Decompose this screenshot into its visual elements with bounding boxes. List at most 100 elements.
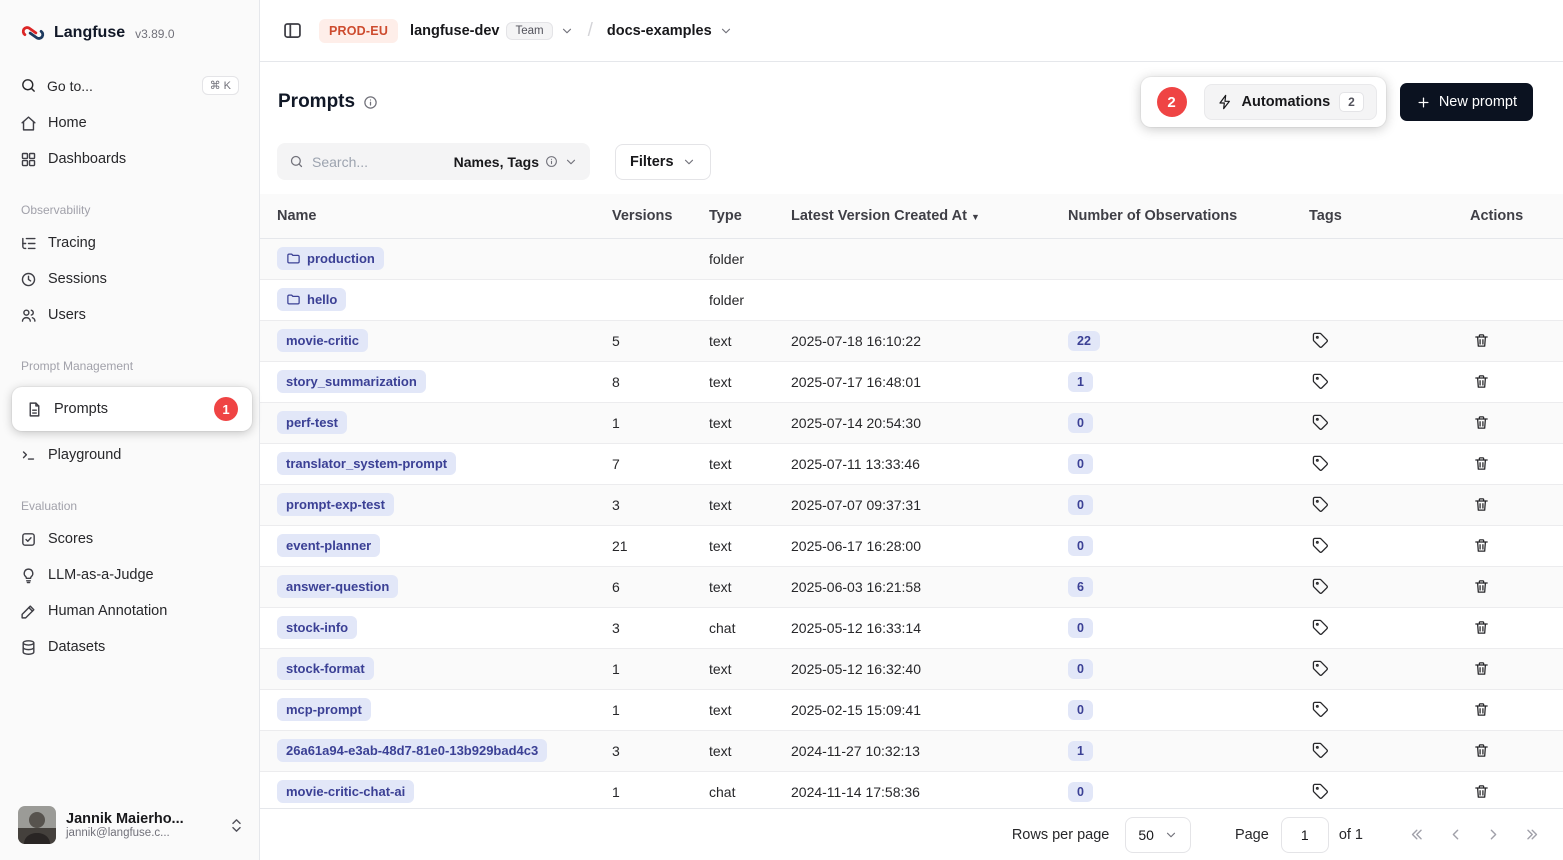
- new-prompt-button[interactable]: New prompt: [1400, 83, 1533, 121]
- delete-prompt-button[interactable]: [1470, 452, 1493, 475]
- search-bar: Names, Tags: [277, 143, 590, 180]
- column-header-created-at[interactable]: Latest Version Created At▼: [791, 194, 1068, 238]
- sidebar-item-datasets[interactable]: Datasets: [12, 630, 247, 664]
- last-page-button[interactable]: [1515, 819, 1547, 851]
- tags-button[interactable]: [1309, 534, 1332, 557]
- type-cell: chat: [709, 607, 791, 648]
- tags-button[interactable]: [1309, 698, 1332, 721]
- automations-button[interactable]: Automations 2: [1204, 84, 1377, 120]
- sidebar-item-human-annotation[interactable]: Human Annotation: [12, 594, 247, 628]
- prompt-name-badge[interactable]: movie-critic: [277, 329, 368, 352]
- organization-name: langfuse-dev: [410, 23, 499, 39]
- terminal-icon: [20, 447, 37, 464]
- project-name: docs-examples: [607, 23, 712, 39]
- prompt-name-badge[interactable]: translator_system-prompt: [277, 452, 456, 475]
- previous-page-button[interactable]: [1439, 819, 1471, 851]
- created-at-cell: 2025-07-11 13:33:46: [791, 443, 1068, 484]
- brand-row: Langfuse v3.89.0: [0, 0, 259, 56]
- table-row: answer-question6text2025-06-03 16:21:586: [260, 566, 1563, 607]
- tag-icon: [1312, 496, 1329, 513]
- grid-icon: [20, 151, 37, 168]
- sidebar-item-scores[interactable]: Scores: [12, 522, 247, 556]
- tags-button[interactable]: [1309, 575, 1332, 598]
- delete-prompt-button[interactable]: [1470, 575, 1493, 598]
- versions-cell: 1: [612, 771, 709, 808]
- trash-icon: [1473, 783, 1490, 800]
- tags-button[interactable]: [1309, 411, 1332, 434]
- prompt-name-badge[interactable]: prompt-exp-test: [277, 493, 394, 516]
- user-info: Jannik Maierho... jannik@langfuse.c...: [66, 811, 184, 839]
- search-scope-dropdown[interactable]: Names, Tags: [454, 154, 578, 170]
- sidebar-item-prompts[interactable]: Prompts 1: [18, 392, 246, 426]
- organization-selector[interactable]: langfuse-dev Team: [410, 22, 574, 40]
- delete-prompt-button[interactable]: [1470, 657, 1493, 680]
- delete-prompt-button[interactable]: [1470, 329, 1493, 352]
- tags-button[interactable]: [1309, 657, 1332, 680]
- created-at-cell: [791, 238, 1068, 279]
- check-square-icon: [20, 531, 37, 548]
- observations-badge: 0: [1068, 618, 1093, 638]
- delete-prompt-button[interactable]: [1470, 616, 1493, 639]
- prompt-name-badge[interactable]: mcp-prompt: [277, 698, 371, 721]
- info-icon[interactable]: [545, 155, 558, 168]
- sidebar-item-home[interactable]: Home: [12, 106, 247, 140]
- created-at-cell: 2025-07-18 16:10:22: [791, 320, 1068, 361]
- next-page-button[interactable]: [1477, 819, 1509, 851]
- sidebar-item-playground[interactable]: Playground: [12, 438, 247, 472]
- page-number-input[interactable]: [1281, 817, 1329, 853]
- delete-prompt-button[interactable]: [1470, 370, 1493, 393]
- sidebar-item-sessions[interactable]: Sessions: [12, 262, 247, 296]
- prompt-name-badge[interactable]: production: [277, 247, 384, 270]
- prompts-table-container: Name Versions Type Latest Version Create…: [260, 194, 1563, 808]
- prompt-name-badge[interactable]: event-planner: [277, 534, 380, 557]
- sidebar-toggle-button[interactable]: [278, 16, 307, 45]
- delete-prompt-button[interactable]: [1470, 411, 1493, 434]
- prompt-name-badge[interactable]: answer-question: [277, 575, 398, 598]
- page-label: Page: [1235, 827, 1269, 843]
- sidebar-item-tracing[interactable]: Tracing: [12, 226, 247, 260]
- delete-prompt-button[interactable]: [1470, 739, 1493, 762]
- delete-prompt-button[interactable]: [1470, 698, 1493, 721]
- tags-button[interactable]: [1309, 616, 1332, 639]
- info-icon[interactable]: [363, 95, 378, 110]
- first-page-button[interactable]: [1401, 819, 1433, 851]
- prompt-name-badge[interactable]: 26a61a94-e3ab-48d7-81e0-13b929bad4c3: [277, 739, 547, 762]
- prompts-table: Name Versions Type Latest Version Create…: [260, 194, 1563, 808]
- sidebar-item-label: Scores: [48, 531, 93, 547]
- tags-button[interactable]: [1309, 739, 1332, 762]
- page-header: Prompts 2 Automations 2 New prompt: [260, 62, 1563, 135]
- created-at-cell: 2025-06-17 16:28:00: [791, 525, 1068, 566]
- tags-button[interactable]: [1309, 780, 1332, 803]
- type-cell: text: [709, 730, 791, 771]
- prompt-name-badge[interactable]: story_summarization: [277, 370, 426, 393]
- tags-button[interactable]: [1309, 329, 1332, 352]
- tags-button[interactable]: [1309, 452, 1332, 475]
- delete-prompt-button[interactable]: [1470, 534, 1493, 557]
- rows-per-page-select[interactable]: 50: [1125, 817, 1191, 853]
- prompt-name-badge[interactable]: stock-format: [277, 657, 374, 680]
- panel-left-icon: [282, 20, 303, 41]
- delete-prompt-button[interactable]: [1470, 493, 1493, 516]
- annotation-step-1-badge: 1: [214, 397, 238, 421]
- observations-badge: 1: [1068, 741, 1093, 761]
- filters-button[interactable]: Filters: [615, 144, 711, 180]
- sidebar-item-llm-judge[interactable]: LLM-as-a-Judge: [12, 558, 247, 592]
- tags-button[interactable]: [1309, 493, 1332, 516]
- table-row: perf-test1text2025-07-14 20:54:300: [260, 402, 1563, 443]
- sidebar-item-dashboards[interactable]: Dashboards: [12, 142, 247, 176]
- project-selector[interactable]: docs-examples: [607, 23, 733, 39]
- prompt-name-badge[interactable]: movie-critic-chat-ai: [277, 780, 414, 803]
- tags-button[interactable]: [1309, 370, 1332, 393]
- versions-cell: 3: [612, 730, 709, 771]
- prompt-name-badge[interactable]: perf-test: [277, 411, 347, 434]
- tag-icon: [1312, 537, 1329, 554]
- delete-prompt-button[interactable]: [1470, 780, 1493, 803]
- search-input[interactable]: [312, 154, 446, 170]
- prompt-name-badge[interactable]: stock-info: [277, 616, 357, 639]
- goto-search[interactable]: Go to... ⌘ K: [12, 70, 247, 101]
- user-menu[interactable]: Jannik Maierho... jannik@langfuse.c...: [0, 794, 259, 860]
- chevron-down-icon: [1164, 828, 1178, 842]
- prompt-name-badge[interactable]: hello: [277, 288, 346, 311]
- sidebar-item-users[interactable]: Users: [12, 298, 247, 332]
- environment-badge: PROD-EU: [319, 19, 398, 43]
